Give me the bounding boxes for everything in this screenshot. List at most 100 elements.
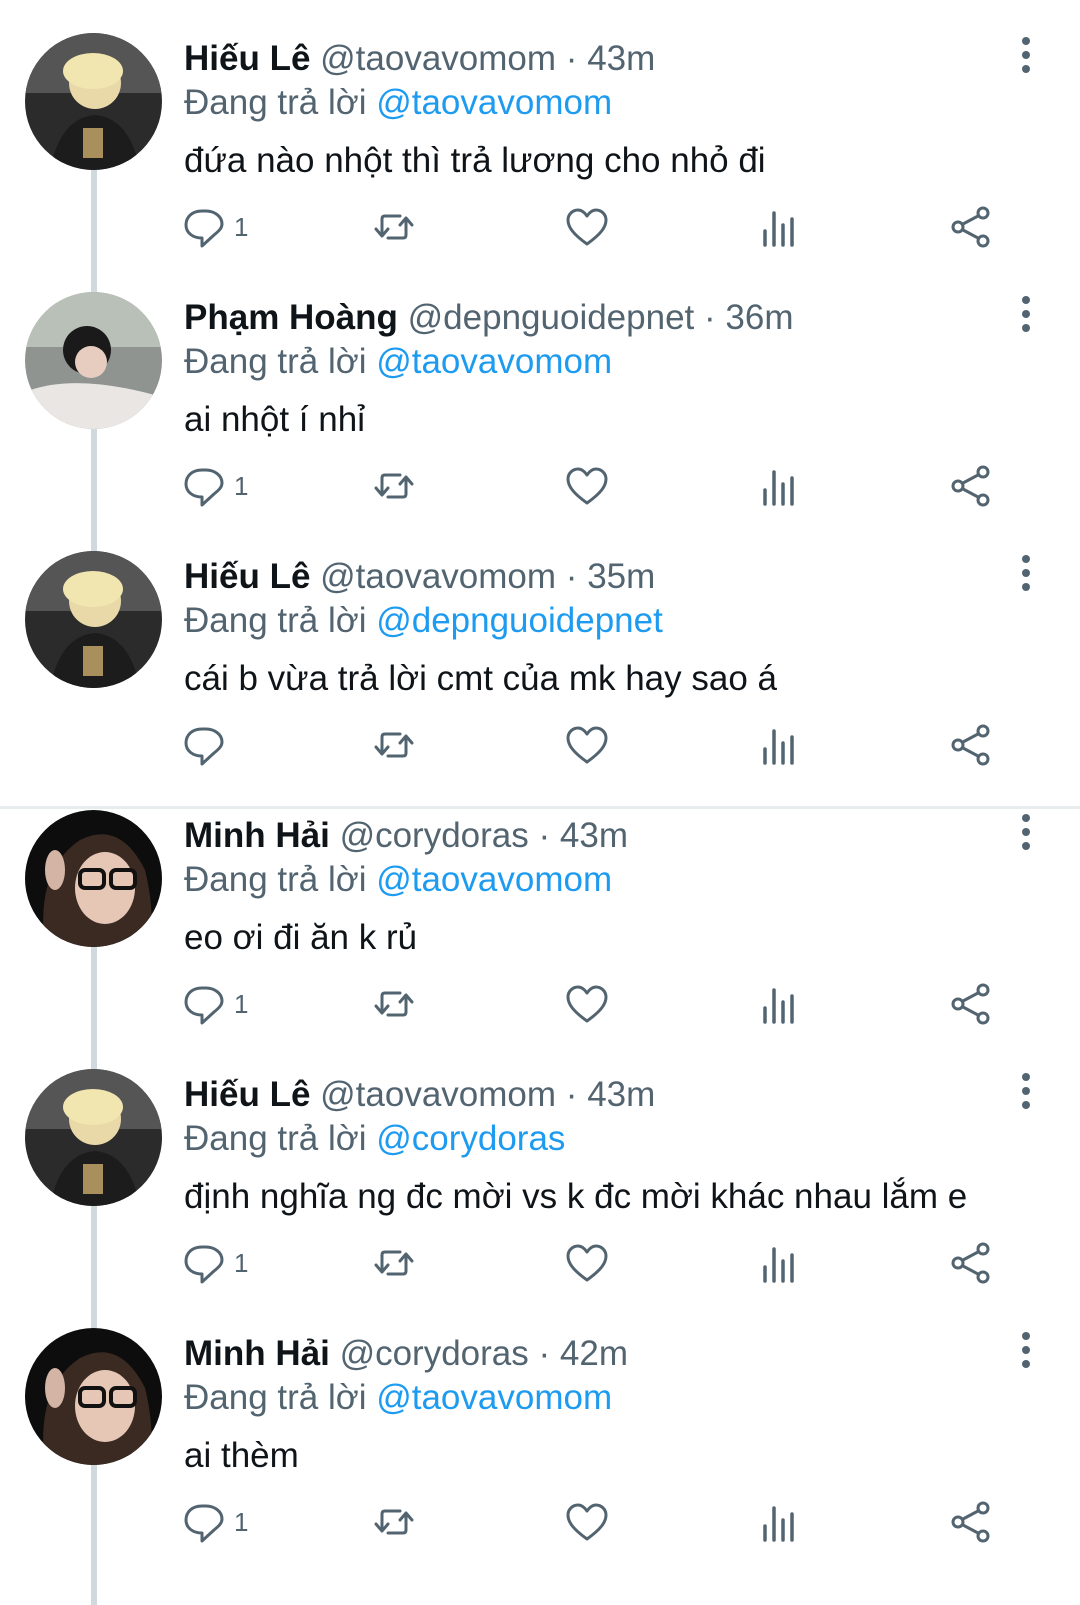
views-button[interactable]	[757, 980, 801, 1028]
retweet-icon	[374, 991, 414, 1017]
reply-prefix: Đang trả lời	[184, 1119, 367, 1158]
share-button[interactable]	[949, 462, 993, 510]
views-icon	[763, 729, 794, 765]
reply-prefix: Đang trả lời	[184, 860, 367, 899]
retweet-button[interactable]	[372, 1239, 416, 1287]
avatar[interactable]	[25, 810, 162, 947]
reply-button[interactable]	[182, 721, 234, 769]
avatar[interactable]	[25, 551, 162, 688]
user-handle[interactable]: @depnguoidepnet	[408, 298, 695, 337]
reply-button[interactable]: 1	[182, 980, 248, 1028]
tweet-text: cái b vừa trả lời cmt của mk hay sao á	[184, 659, 777, 698]
like-button[interactable]	[565, 980, 609, 1028]
views-button[interactable]	[757, 1239, 801, 1287]
share-button[interactable]	[949, 1239, 993, 1287]
reply-mention[interactable]: @taovavomom	[376, 1378, 612, 1417]
timestamp[interactable]: 35m	[587, 557, 655, 596]
share-button[interactable]	[949, 203, 993, 251]
retweet-icon	[374, 1509, 414, 1535]
reply-context: Đang trả lời @depnguoidepnet	[184, 599, 663, 643]
retweet-button[interactable]	[372, 980, 416, 1028]
views-button[interactable]	[757, 1498, 801, 1546]
views-button[interactable]	[757, 203, 801, 251]
display-name[interactable]: Hiếu Lê	[184, 1075, 310, 1114]
retweet-button[interactable]	[372, 462, 416, 510]
share-button[interactable]	[949, 1498, 993, 1546]
like-icon	[566, 985, 608, 1023]
separator: ·	[565, 1075, 578, 1114]
more-icon[interactable]	[1014, 33, 1038, 77]
timestamp[interactable]: 43m	[587, 1075, 655, 1114]
separator: ·	[565, 39, 578, 78]
like-icon	[566, 726, 608, 764]
like-icon	[566, 1244, 608, 1282]
more-icon[interactable]	[1014, 551, 1038, 595]
views-icon	[763, 470, 794, 506]
reply-mention[interactable]: @corydoras	[376, 1119, 565, 1158]
retweet-icon	[374, 214, 414, 240]
user-handle[interactable]: @corydoras	[340, 816, 529, 855]
more-icon[interactable]	[1014, 292, 1038, 336]
action-bar: 1	[0, 980, 1080, 1028]
reply-mention[interactable]: @taovavomom	[376, 860, 612, 899]
reply-context: Đang trả lời @taovavomom	[184, 340, 612, 384]
reply-count: 1	[234, 470, 249, 501]
reply-context: Đang trả lời @taovavomom	[184, 858, 612, 902]
like-button[interactable]	[565, 1498, 609, 1546]
timestamp[interactable]: 43m	[587, 39, 655, 78]
display-name[interactable]: Minh Hải	[184, 816, 330, 855]
like-button[interactable]	[565, 721, 609, 769]
like-button[interactable]	[565, 203, 609, 251]
retweet-button[interactable]	[372, 203, 416, 251]
like-button[interactable]	[565, 462, 609, 510]
share-icon	[951, 1501, 990, 1543]
avatar[interactable]	[25, 1069, 162, 1206]
reply-count: 1	[234, 211, 249, 242]
action-bar: 1	[0, 1239, 1080, 1287]
like-icon	[566, 1503, 608, 1541]
reply-icon	[184, 468, 224, 507]
share-icon	[951, 1242, 990, 1284]
more-icon[interactable]	[1014, 1328, 1038, 1372]
user-handle[interactable]: @taovavomom	[320, 39, 556, 78]
display-name[interactable]: Minh Hải	[184, 1334, 330, 1373]
retweet-button[interactable]	[372, 1498, 416, 1546]
action-bar: 1	[0, 1498, 1080, 1546]
separator: ·	[538, 1334, 551, 1373]
reply-context: Đang trả lời @corydoras	[184, 1117, 565, 1161]
avatar[interactable]	[25, 1328, 162, 1465]
share-button[interactable]	[949, 721, 993, 769]
timestamp[interactable]: 36m	[725, 298, 793, 337]
display-name[interactable]: Phạm Hoàng	[184, 298, 398, 337]
timestamp[interactable]: 42m	[560, 1334, 628, 1373]
user-handle[interactable]: @corydoras	[340, 1334, 529, 1373]
user-handle[interactable]: @taovavomom	[320, 1075, 556, 1114]
timestamp[interactable]: 43m	[560, 816, 628, 855]
reply-button[interactable]: 1	[182, 462, 248, 510]
more-icon[interactable]	[1014, 1069, 1038, 1113]
reply-button[interactable]: 1	[182, 203, 248, 251]
reply-button[interactable]: 1	[182, 1239, 248, 1287]
views-button[interactable]	[757, 462, 801, 510]
avatar[interactable]	[25, 292, 162, 429]
display-name[interactable]: Hiếu Lê	[184, 39, 310, 78]
user-handle[interactable]: @taovavomom	[320, 557, 556, 596]
reply-mention[interactable]: @depnguoidepnet	[376, 601, 663, 640]
more-icon[interactable]	[1014, 810, 1038, 854]
share-button[interactable]	[949, 980, 993, 1028]
reply-mention[interactable]: @taovavomom	[376, 83, 612, 122]
reply-button[interactable]: 1	[182, 1498, 248, 1546]
reply-prefix: Đang trả lời	[184, 342, 367, 381]
tweet-text: eo ơi đi ăn k rủ	[184, 918, 418, 957]
like-icon	[566, 467, 608, 505]
reply-prefix: Đang trả lời	[184, 1378, 367, 1417]
reply-count: 1	[234, 1506, 249, 1537]
like-button[interactable]	[565, 1239, 609, 1287]
display-name[interactable]: Hiếu Lê	[184, 557, 310, 596]
reply-mention[interactable]: @taovavomom	[376, 342, 612, 381]
retweet-button[interactable]	[372, 721, 416, 769]
retweet-icon	[374, 732, 414, 758]
separator: ·	[704, 298, 716, 337]
avatar[interactable]	[25, 33, 162, 170]
views-button[interactable]	[757, 721, 801, 769]
